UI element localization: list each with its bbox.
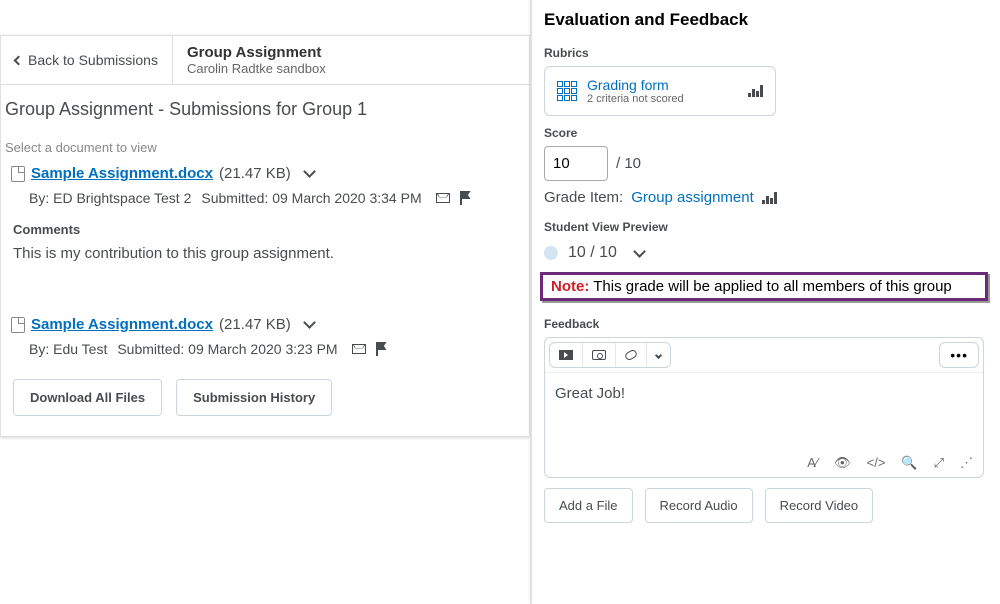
left-header: Back to Submissions Group Assignment Car… (1, 36, 529, 85)
insert-more-dropdown[interactable] (647, 343, 670, 367)
insert-link-button[interactable] (616, 343, 647, 367)
editor-footer: A⁄ 👁 </> 🔍 ⤢ ⋰ (545, 449, 983, 477)
preview-value: 10 / 10 (568, 244, 617, 262)
flag-icon[interactable] (460, 191, 472, 205)
link-icon (624, 349, 638, 362)
rubric-link[interactable]: Grading form (587, 77, 738, 93)
media-icon (559, 350, 573, 360)
note-text: This grade will be applied to all member… (593, 278, 952, 295)
group-grade-note: Note: This grade will be applied to all … (540, 272, 988, 301)
html-source-icon[interactable]: </> (867, 455, 886, 471)
submission-meta-row: By: ED Brightspace Test 2 Submitted: 09 … (1, 186, 529, 214)
student-preview-row: 10 / 10 (532, 240, 996, 266)
preview-dot-icon (544, 246, 558, 260)
stats-icon[interactable] (762, 192, 777, 204)
feedback-textarea[interactable]: Great Job! (545, 373, 983, 449)
assignment-subtitle: Carolin Radtke sandbox (187, 61, 326, 76)
insert-image-button[interactable] (583, 343, 616, 367)
editor-toolbar: ••• (545, 338, 983, 373)
envelope-icon[interactable] (436, 193, 450, 203)
feedback-actions: Add a File Record Audio Record Video (532, 488, 996, 535)
page-heading: Group Assignment - Submissions for Group… (1, 85, 529, 126)
rubric-body: Grading form 2 criteria not scored (587, 77, 738, 105)
chevron-left-icon (14, 55, 24, 65)
note-label: Note: (551, 278, 589, 295)
assignment-title: Group Assignment (187, 44, 326, 61)
student-preview-label: Student View Preview (532, 210, 996, 240)
envelope-icon[interactable] (352, 344, 366, 354)
rubric-grid-icon (557, 81, 577, 101)
preview-icon[interactable]: 🔍 (901, 455, 917, 471)
submitted-by: By: ED Brightspace Test 2 (29, 190, 191, 206)
comments-body: This is my contribution to this group as… (1, 241, 529, 282)
score-max: / 10 (616, 155, 641, 172)
insert-group (549, 342, 671, 368)
file-link[interactable]: Sample Assignment.docx (31, 316, 213, 333)
feedback-editor: ••• Great Job! A⁄ 👁 </> 🔍 ⤢ ⋰ (544, 337, 984, 478)
assignment-title-block: Group Assignment Carolin Radtke sandbox (173, 36, 340, 84)
submission-file-row: Sample Assignment.docx (21.47 KB) (1, 312, 529, 337)
submission-history-button[interactable]: Submission History (176, 379, 332, 416)
submitted-date: Submitted: 09 March 2020 3:34 PM (201, 190, 421, 206)
fullscreen-icon[interactable]: ⤢ (934, 455, 944, 471)
add-file-button[interactable]: Add a File (544, 488, 633, 523)
evaluation-heading: Evaluation and Feedback (532, 0, 996, 36)
document-icon (11, 317, 25, 333)
submissions-panel: Back to Submissions Group Assignment Car… (0, 35, 530, 437)
feedback-label: Feedback (532, 307, 996, 337)
back-to-submissions-button[interactable]: Back to Submissions (1, 36, 173, 84)
rubric-card[interactable]: Grading form 2 criteria not scored (544, 66, 776, 116)
chevron-down-icon[interactable] (303, 316, 316, 329)
file-size: (21.47 KB) (219, 165, 291, 182)
submission-meta-row: By: Edu Test Submitted: 09 March 2020 3:… (1, 337, 529, 365)
select-document-label: Select a document to view (1, 126, 529, 161)
chevron-down-icon (655, 351, 662, 358)
grade-item-link[interactable]: Group assignment (631, 189, 754, 206)
submission-actions: Download All Files Submission History (1, 365, 529, 436)
back-label: Back to Submissions (28, 52, 158, 68)
file-link[interactable]: Sample Assignment.docx (31, 165, 213, 182)
file-size: (21.47 KB) (219, 316, 291, 333)
grade-item-label: Grade Item: (544, 189, 623, 206)
spellcheck-icon[interactable]: A⁄ (807, 455, 818, 471)
document-icon (11, 166, 25, 182)
submitted-by: By: Edu Test (29, 341, 107, 357)
chevron-down-icon[interactable] (633, 245, 646, 258)
insert-media-button[interactable] (550, 343, 583, 367)
score-row: / 10 (532, 146, 996, 181)
record-video-button[interactable]: Record Video (765, 488, 874, 523)
toolbar-more-button[interactable]: ••• (939, 342, 979, 368)
camera-icon (592, 350, 606, 360)
submitted-date: Submitted: 09 March 2020 3:23 PM (117, 341, 337, 357)
chevron-down-icon[interactable] (303, 165, 316, 178)
score-input[interactable] (544, 146, 608, 181)
grade-item-row: Grade Item: Group assignment (532, 181, 996, 210)
comments-label: Comments (1, 214, 529, 241)
rubrics-label: Rubrics (532, 36, 996, 66)
rubric-subtext: 2 criteria not scored (587, 93, 738, 105)
stats-icon[interactable] (748, 85, 763, 97)
record-audio-button[interactable]: Record Audio (645, 488, 753, 523)
download-all-button[interactable]: Download All Files (13, 379, 162, 416)
submission-file-row: Sample Assignment.docx (21.47 KB) (1, 161, 529, 186)
score-label: Score (532, 116, 996, 146)
evaluation-panel: Evaluation and Feedback Rubrics Grading … (530, 0, 996, 604)
resize-handle-icon[interactable]: ⋰ (960, 455, 973, 471)
flag-icon[interactable] (376, 342, 388, 356)
accessibility-icon[interactable]: 👁 (834, 455, 851, 471)
